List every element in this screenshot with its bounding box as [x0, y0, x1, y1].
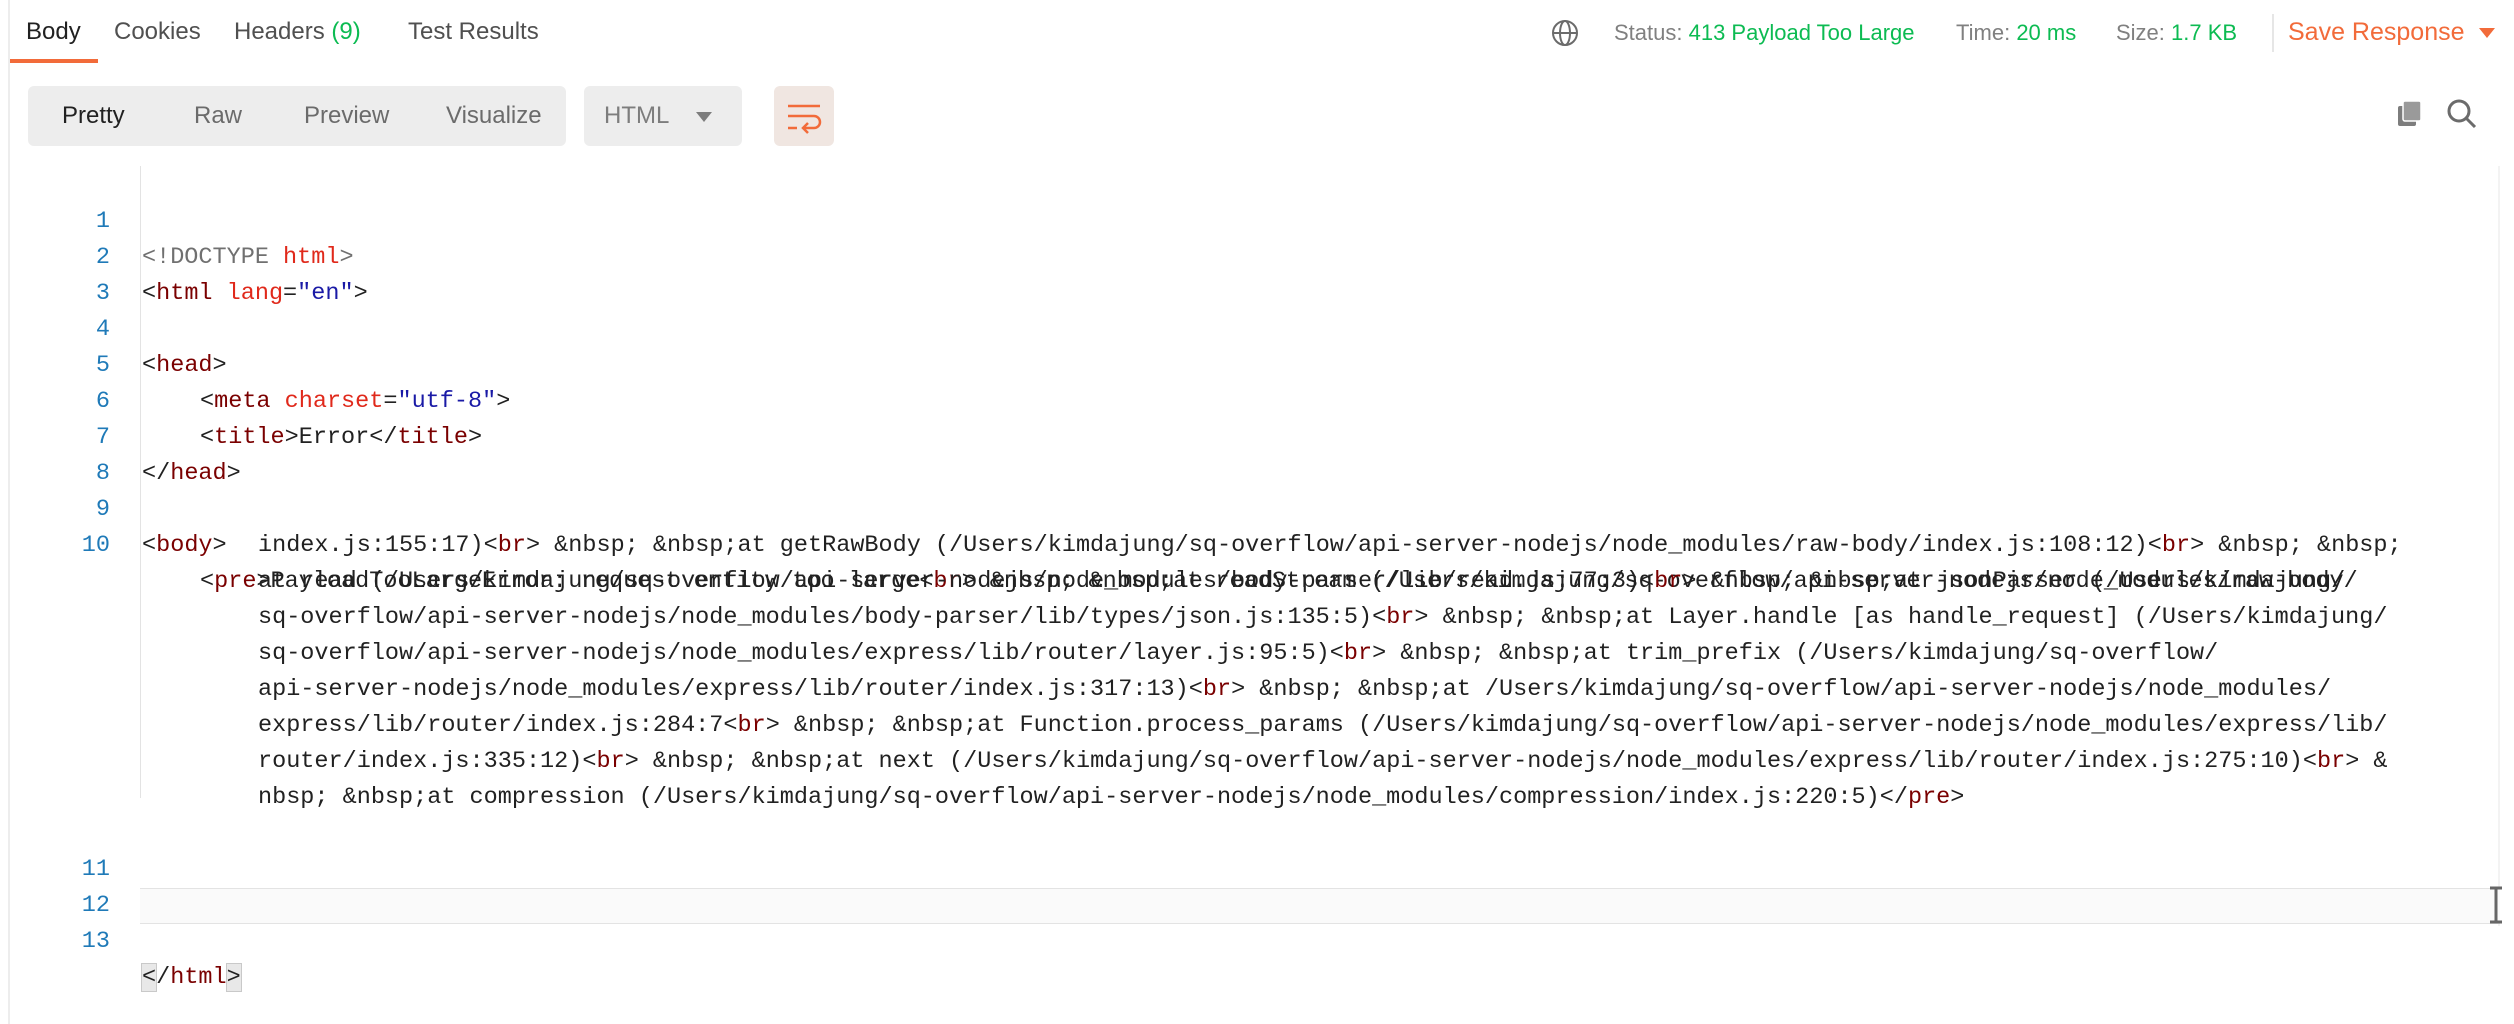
time-value: 20 ms — [2016, 20, 2077, 45]
wrapped-line-segment: at read (/Users/kimdajung/sq-overflow/ap… — [258, 568, 2346, 595]
code-line: 9 <body> — [10, 456, 2500, 559]
code-line: 7 </head> — [10, 384, 2500, 487]
code-line: 3 — [10, 240, 2500, 307]
line-content: <body> — [142, 532, 227, 559]
code-line: 12 — [10, 852, 2500, 919]
view-raw-button[interactable]: Raw — [170, 94, 266, 138]
size-label: Size: — [2116, 20, 2165, 45]
code-line: 5 <meta charset="utf-8"> — [10, 312, 2500, 415]
format-select-value: HTML — [604, 102, 670, 129]
format-select[interactable]: HTML — [584, 86, 742, 146]
tab-headers-label: Headers — [234, 18, 325, 45]
chevron-down-icon — [696, 112, 712, 122]
wrapped-line-segment: index.js:155:17)<br> &nbsp; &nbsp;at get… — [258, 532, 2402, 559]
search-icon[interactable] — [2442, 94, 2482, 134]
response-panel: Body Cookies Headers (9) Test Results St… — [8, 0, 2514, 1024]
copy-icon[interactable] — [2390, 94, 2430, 134]
code-line: 2 <html lang="en"> — [10, 204, 2500, 307]
headers-count-badge: (9) — [331, 18, 361, 45]
response-body-editor[interactable]: 1 <!DOCTYPE html> 2 <html lang="en"> 3 4… — [10, 166, 2502, 992]
divider — [2272, 14, 2274, 52]
time-readout[interactable]: Time: 20 ms — [1956, 20, 2076, 46]
chevron-down-icon — [2478, 28, 2495, 39]
line-content: </html> — [140, 963, 242, 992]
wrap-lines-icon — [788, 104, 822, 134]
code-line: 11 </body> — [10, 816, 2500, 919]
save-response-label: Save Response — [2288, 18, 2465, 46]
view-mode-group: Pretty Raw Preview Visualize — [28, 86, 566, 146]
code-line: 1 <!DOCTYPE html> — [10, 168, 2500, 271]
globe-icon[interactable] — [1550, 18, 1580, 48]
view-visualize-button[interactable]: Visualize — [422, 94, 566, 138]
tab-cookies-label: Cookies — [114, 18, 201, 45]
wrapped-line-segment: router/index.js:335:12)<br> &nbsp; &nbsp… — [258, 748, 2388, 775]
status-label: Status: — [1614, 20, 1683, 45]
wrapped-line-segment: sq-overflow/api-server-nodejs/node_modul… — [258, 640, 2219, 667]
code-line: 10 <pre>PayloadTooLargeError: request en… — [10, 492, 2500, 595]
tab-test-results[interactable]: Test Results — [408, 18, 539, 66]
code-line: 6 <title>Error</title> — [10, 348, 2500, 451]
tab-test-results-label: Test Results — [408, 18, 539, 45]
size-readout[interactable]: Size: 1.7 KB — [2116, 20, 2237, 46]
status-readout[interactable]: Status: 413 Payload Too Large — [1614, 20, 1915, 46]
size-value: 1.7 KB — [2171, 20, 2238, 45]
tab-headers[interactable]: Headers (9) — [234, 18, 361, 66]
wrap-lines-button[interactable] — [774, 86, 834, 146]
line-number: 13 — [81, 928, 110, 955]
view-preview-button[interactable]: Preview — [280, 94, 413, 138]
code-line: 13 </html> — [10, 888, 2500, 992]
time-label: Time: — [1956, 20, 2011, 45]
view-pretty-button[interactable]: Pretty — [38, 94, 149, 138]
code-line: 8 — [10, 420, 2500, 487]
text-cursor-icon — [2490, 886, 2502, 924]
line-number: 10 — [81, 532, 110, 559]
save-response-button[interactable]: Save Response — [2288, 18, 2495, 47]
wrapped-line-segment: sq-overflow/api-server-nodejs/node_modul… — [258, 604, 2388, 631]
code-line: 4 <head> — [10, 276, 2500, 379]
status-value: 413 Payload Too Large — [1688, 20, 1915, 45]
response-tab-bar: Body Cookies Headers (9) Test Results St… — [10, 0, 2514, 66]
tab-cookies[interactable]: Cookies — [114, 18, 201, 66]
wrapped-line-segment: express/lib/router/index.js:284:7<br> &n… — [258, 712, 2388, 739]
wrapped-line-segment: api-server-nodejs/node_modules/express/l… — [258, 676, 2332, 703]
tab-body-label: Body — [26, 18, 81, 45]
wrapped-line-segment: nbsp; &nbsp;at compression (/Users/kimda… — [258, 784, 1965, 811]
active-tab-indicator — [10, 59, 98, 63]
